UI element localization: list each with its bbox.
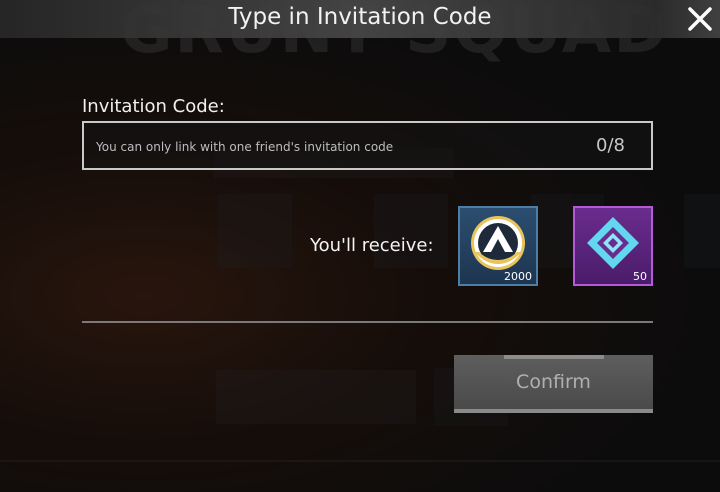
reward-quantity: 50 (633, 270, 647, 283)
invitation-code-dialog: GRUNT SQUAD Type in Invitation Code Invi… (0, 0, 720, 492)
apex-coins-icon (471, 215, 525, 270)
reward-apex-coins: 2000 (458, 206, 538, 286)
invitation-code-field[interactable]: 0/8 (82, 121, 653, 170)
confirm-button[interactable]: Confirm (454, 355, 653, 413)
reward-quantity: 2000 (504, 270, 532, 283)
close-button[interactable] (656, 0, 720, 38)
divider (82, 321, 653, 323)
crafting-metals-icon (587, 216, 639, 269)
confirm-label: Confirm (516, 371, 591, 393)
dialog-header: Type in Invitation Code (0, 0, 720, 38)
receive-label: You'll receive: (310, 235, 434, 256)
char-counter: 0/8 (596, 135, 625, 156)
invitation-code-label: Invitation Code: (82, 96, 225, 117)
button-notch (504, 355, 604, 359)
reward-crafting-metals: 50 (573, 206, 653, 286)
dialog-title: Type in Invitation Code (228, 4, 492, 30)
invitation-code-input[interactable] (94, 133, 558, 161)
close-icon (688, 7, 712, 31)
